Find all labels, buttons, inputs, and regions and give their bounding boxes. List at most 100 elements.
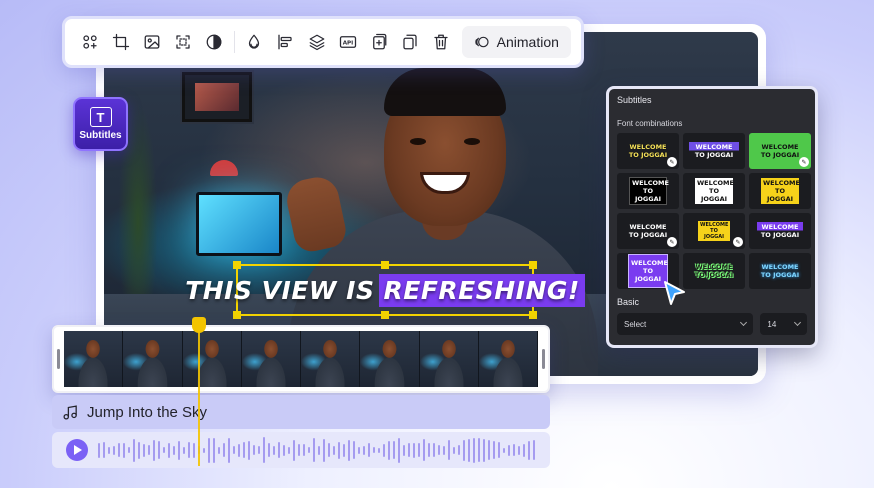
waveform-bar xyxy=(178,440,180,460)
animation-button[interactable]: Animation xyxy=(461,26,571,58)
waveform-bar xyxy=(118,443,120,457)
waveform-bar xyxy=(523,443,525,457)
layers-tool-button[interactable] xyxy=(302,27,331,57)
waveform-bar xyxy=(533,440,535,460)
edit-preset-icon[interactable]: ✎ xyxy=(667,157,677,167)
waveform-bar xyxy=(168,442,170,458)
waveform-bar xyxy=(438,445,440,455)
waveform-bar xyxy=(373,447,375,453)
preset-text: WELCOME TO JOGGAI xyxy=(695,177,734,205)
subtitle-caption-selection[interactable]: THIS VIEW IS REFRESHING! xyxy=(185,261,585,319)
waveform-bar xyxy=(503,447,505,453)
resize-handle-top-left[interactable] xyxy=(233,261,241,269)
animation-icon xyxy=(475,36,489,48)
trim-handle-left[interactable] xyxy=(57,349,60,369)
waveform-bar xyxy=(163,447,165,453)
mouse-pointer-icon xyxy=(664,281,685,305)
font-preset-2[interactable]: WELCOME TO JOGGAI xyxy=(683,133,745,169)
edit-preset-icon[interactable]: ✎ xyxy=(799,157,809,167)
api-tool-button[interactable]: API xyxy=(333,27,362,57)
waveform-bar xyxy=(183,446,185,454)
subtitles-feature-badge[interactable]: T Subtitles xyxy=(73,97,128,151)
font-size-select[interactable]: 14 xyxy=(760,313,807,335)
api-icon: API xyxy=(339,36,356,48)
filmstrip-frame xyxy=(182,331,242,387)
font-combinations-label: Font combinations xyxy=(617,119,683,128)
waveform-bar xyxy=(143,443,145,457)
waveform-bar xyxy=(498,442,500,458)
preset-text: WELCOME TO JOGGAI xyxy=(628,142,668,159)
waveform-bar xyxy=(508,444,510,456)
video-filmstrip xyxy=(64,331,538,387)
waveform-bar xyxy=(443,445,445,455)
duplicate-icon xyxy=(403,34,417,50)
video-timeline-track[interactable] xyxy=(52,325,550,393)
font-family-select-value: Select xyxy=(624,319,647,329)
font-preset-6[interactable]: WELCOME TO JOGGAI xyxy=(749,173,811,209)
waveform-bar xyxy=(363,445,365,455)
waveform-bar xyxy=(338,441,340,459)
preset-text: WELCOME TO JOGGAI xyxy=(760,262,800,279)
image-icon xyxy=(144,35,160,49)
font-preset-4[interactable]: WELCOME TO JOGGAI xyxy=(617,173,679,209)
waveform-bar xyxy=(218,446,220,454)
font-preset-1[interactable]: WELCOME TO JOGGAI ✎ xyxy=(617,133,679,169)
waveform-bar xyxy=(458,445,460,455)
waveform-bar xyxy=(278,442,280,458)
playhead-line xyxy=(198,322,200,466)
waveform-bar xyxy=(328,443,330,457)
delete-tool-button[interactable] xyxy=(427,27,456,57)
font-preset-9[interactable]: WELCOME TO JOGGAI xyxy=(749,213,811,249)
resize-handle-bottom-right[interactable] xyxy=(529,311,537,319)
connect-tool-button[interactable] xyxy=(75,27,104,57)
editor-toolbar: API Animation xyxy=(62,16,584,68)
subtitles-badge-label: Subtitles xyxy=(79,130,122,141)
align-tool-button[interactable] xyxy=(271,27,300,57)
contrast-tool-button[interactable] xyxy=(200,27,229,57)
resize-handle-top[interactable] xyxy=(381,261,389,269)
font-preset-8[interactable]: WELCOME TO JOGGAI ✎ xyxy=(683,213,745,249)
font-preset-11[interactable]: WELCOME TO JOGGAI xyxy=(683,253,745,289)
color-drop-tool-button[interactable] xyxy=(240,27,269,57)
person-eye-left xyxy=(410,138,426,145)
preset-text: WELCOME TO JOGGAI xyxy=(757,221,803,241)
font-family-select[interactable]: Select xyxy=(617,313,754,335)
add-icon xyxy=(372,33,387,50)
filmstrip-frame xyxy=(301,331,361,387)
preset-text: WELCOME TO JOGGAI xyxy=(760,142,800,159)
filmstrip-frame xyxy=(360,331,420,387)
waveform-bar xyxy=(248,440,250,460)
resize-handle-bottom[interactable] xyxy=(381,311,389,319)
person-hair xyxy=(384,68,506,116)
waveform-bar xyxy=(283,444,285,456)
waveform-bar xyxy=(418,443,420,457)
play-audio-button[interactable] xyxy=(66,439,88,461)
audio-waveform-track[interactable] xyxy=(52,432,550,468)
frame-tool-button[interactable] xyxy=(168,27,197,57)
audio-track[interactable]: Jump Into the Sky xyxy=(52,395,550,429)
waveform-bar xyxy=(368,443,370,457)
resize-handle-top-right[interactable] xyxy=(529,261,537,269)
font-preset-5[interactable]: WELCOME TO JOGGAI xyxy=(683,173,745,209)
duplicate-tool-button[interactable] xyxy=(395,27,424,57)
waveform-bar xyxy=(253,445,255,455)
waveform-bar xyxy=(243,442,245,458)
waveform-bar xyxy=(428,443,430,457)
font-preset-grid: WELCOME TO JOGGAI ✎ WELCOME TO JOGGAI WE… xyxy=(617,133,811,289)
trim-handle-right[interactable] xyxy=(542,349,545,369)
image-tool-button[interactable] xyxy=(137,27,166,57)
font-preset-3[interactable]: WELCOME TO JOGGAI ✎ xyxy=(749,133,811,169)
caption-highlight-text: REFRESHING! xyxy=(378,273,585,307)
edit-preset-icon[interactable]: ✎ xyxy=(733,237,743,247)
waveform-bar xyxy=(188,442,190,458)
edit-preset-icon[interactable]: ✎ xyxy=(667,237,677,247)
crop-icon xyxy=(112,33,129,51)
font-preset-7[interactable]: WELCOME TO JOGGAI ✎ xyxy=(617,213,679,249)
resize-handle-bottom-left[interactable] xyxy=(233,311,241,319)
playhead-handle[interactable] xyxy=(192,317,206,333)
waveform-bar xyxy=(408,443,410,457)
crop-tool-button[interactable] xyxy=(106,27,135,57)
font-preset-12[interactable]: WELCOME TO JOGGAI xyxy=(749,253,811,289)
add-layer-tool-button[interactable] xyxy=(364,27,393,57)
subtitle-caption-text[interactable]: THIS VIEW IS REFRESHING! xyxy=(185,273,585,307)
